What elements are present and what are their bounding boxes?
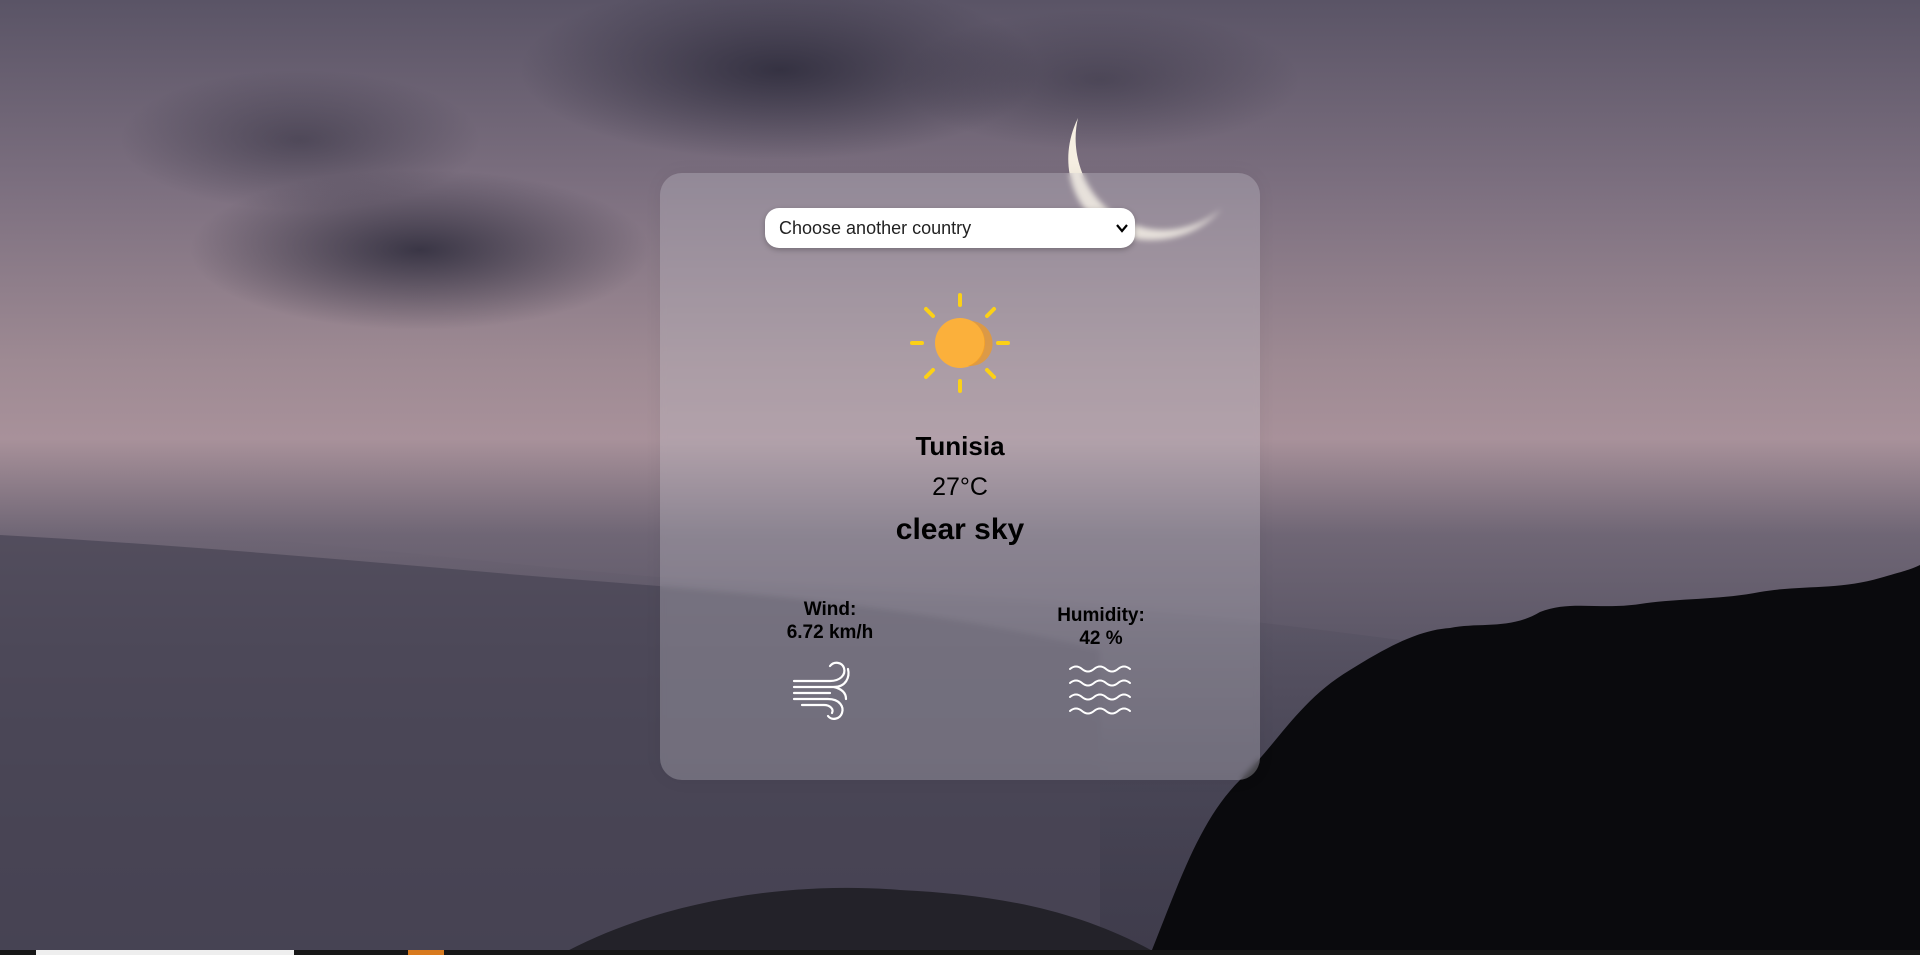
temperature: 27°C bbox=[932, 473, 988, 501]
humidity-label: Humidity: bbox=[1057, 605, 1145, 626]
weather-card: Choose another country Tunisia 27°C clea… bbox=[660, 173, 1260, 780]
humidity-value: 42 % bbox=[1079, 628, 1123, 649]
bottom-strip-segment-accent bbox=[408, 950, 444, 955]
city-name: Tunisia bbox=[915, 431, 1005, 461]
bottom-strip bbox=[0, 950, 1920, 955]
bottom-strip-segment bbox=[36, 950, 294, 955]
humidity-waves-icon bbox=[1069, 665, 1131, 715]
wind-value: 6.72 km/h bbox=[786, 622, 874, 643]
sun-icon bbox=[910, 293, 1010, 393]
country-select-wrapper[interactable]: Choose another country bbox=[765, 208, 1135, 248]
wind-icon bbox=[792, 661, 850, 720]
weather-description: clear sky bbox=[895, 513, 1025, 546]
wind-stat: Wind: 6.72 km/h bbox=[735, 598, 925, 644]
wind-label: Wind: bbox=[803, 599, 857, 620]
humidity-stat: Humidity: 42 % bbox=[1006, 604, 1196, 650]
country-select[interactable]: Choose another country bbox=[765, 208, 1135, 248]
